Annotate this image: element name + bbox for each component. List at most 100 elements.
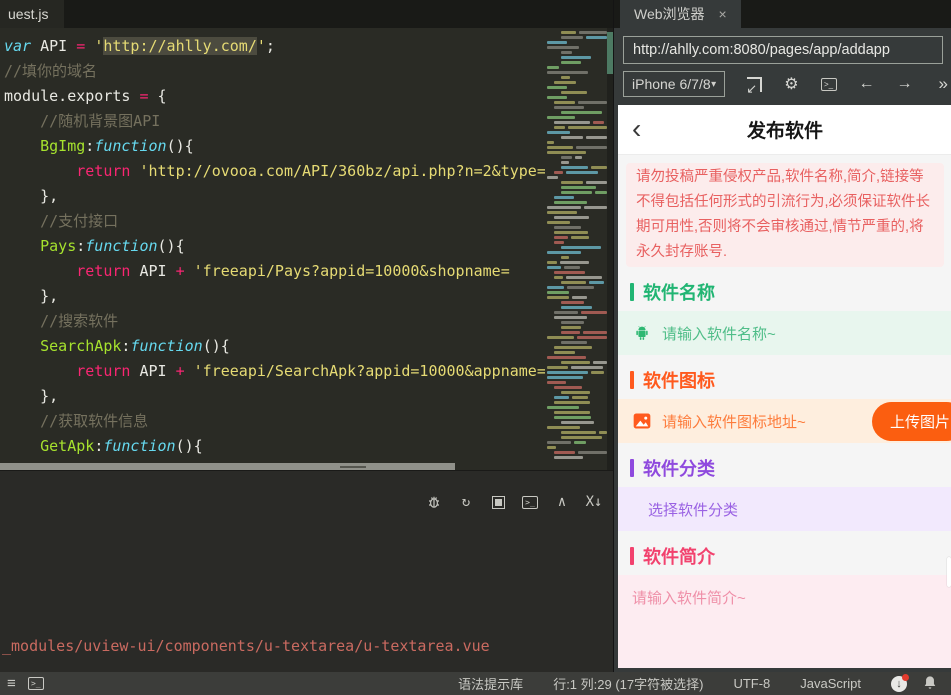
- new-terminal-icon[interactable]: >_: [521, 493, 539, 511]
- editor-horizontal-scrollbar[interactable]: [0, 462, 545, 470]
- minimap-line: [545, 96, 607, 99]
- code-line[interactable]: //填你的域名: [4, 59, 545, 84]
- section-title: 软件名称: [643, 283, 715, 303]
- code-line[interactable]: return 'http://ovooa.com/API/360bz/api.p…: [4, 159, 545, 184]
- section-header-category: 软件分类: [630, 458, 940, 479]
- code-line[interactable]: return API + 'freeapi/SearchApk?appid=10…: [4, 359, 545, 384]
- section-title: 软件分类: [643, 459, 715, 479]
- language-status[interactable]: JavaScript: [800, 676, 861, 691]
- web-browser-pane: Web浏览器 × http://ahlly.com:8080/pages/app…: [613, 0, 951, 672]
- cursor-position-status[interactable]: 行:1 列:29 (17字符被选择): [553, 674, 703, 693]
- code-line[interactable]: var API = 'http://ahlly.com/';: [4, 34, 545, 59]
- app-icon-input[interactable]: 请输入软件图标地址~ 上传图片: [618, 399, 951, 443]
- clear-icon[interactable]: X↓: [585, 493, 603, 511]
- minimap-line: [545, 51, 607, 54]
- minimap-line: [545, 111, 607, 114]
- code-line[interactable]: },: [4, 184, 545, 209]
- code-line[interactable]: return API + 'freeapi/Pays?appid=10000&s…: [4, 259, 545, 284]
- resize-window-icon[interactable]: ↙: [746, 76, 763, 95]
- minimap-line: [545, 71, 607, 74]
- code-line[interactable]: BgImg:function(){: [4, 134, 545, 159]
- back-arrow-icon[interactable]: ←: [859, 75, 875, 93]
- section-header-name: 软件名称: [630, 282, 940, 303]
- minimap-line: [545, 296, 607, 299]
- minimap-line: [545, 191, 607, 194]
- close-icon[interactable]: ×: [719, 6, 727, 22]
- minimap-line: [545, 76, 607, 79]
- stop-icon[interactable]: [489, 493, 507, 511]
- minimap-line: [545, 256, 607, 259]
- more-icon[interactable]: »: [939, 74, 948, 94]
- browser-tab[interactable]: Web浏览器 ×: [620, 0, 741, 28]
- restart-icon[interactable]: ↻: [457, 493, 475, 511]
- ide-window: uest.js var API = 'http://ahlly.com/';//…: [0, 0, 951, 695]
- code-line[interactable]: //搜索软件: [4, 309, 545, 334]
- code-line[interactable]: SearchApk:function(){: [4, 334, 545, 359]
- device-select[interactable]: iPhone 6/7/8 ▾: [623, 71, 726, 97]
- intro-textarea[interactable]: 请输入软件简介~: [618, 575, 951, 668]
- editor-tab-request-js[interactable]: uest.js: [0, 0, 65, 28]
- url-text: http://ahlly.com:8080/pages/app/addapp: [633, 42, 890, 58]
- menu-icon[interactable]: ≡: [7, 675, 16, 692]
- section-header-intro: 软件简介: [630, 546, 940, 567]
- minimap-line: [545, 326, 607, 329]
- minimap-line: [545, 341, 607, 344]
- minimap-line: [545, 116, 607, 119]
- minimap-line: [545, 171, 607, 174]
- minimap-line: [545, 101, 607, 104]
- code-editor[interactable]: var API = 'http://ahlly.com/';//填你的域名 mod…: [0, 28, 545, 462]
- minimap-line: [545, 376, 607, 379]
- encoding-status[interactable]: UTF-8: [733, 676, 770, 691]
- page-title: 发布软件: [746, 121, 823, 142]
- minimap-line: [545, 401, 607, 404]
- update-icon[interactable]: ↓: [891, 673, 909, 692]
- minimap-line: [545, 436, 607, 439]
- code-line[interactable]: //获取软件信息: [4, 409, 545, 434]
- back-chevron-icon[interactable]: ‹: [632, 111, 641, 147]
- upload-image-button[interactable]: 上传图片: [871, 402, 951, 441]
- code-line[interactable]: },: [4, 284, 545, 309]
- devtools-icon[interactable]: >_: [820, 77, 837, 91]
- collapse-icon[interactable]: ∧: [553, 493, 571, 511]
- minimap-line: [545, 181, 607, 184]
- console-line[interactable]: _modules/uview-ui/components/u-textarea/…: [2, 633, 490, 660]
- minimap-line: [545, 146, 607, 149]
- app-name-input[interactable]: 请输入软件名称~: [618, 311, 951, 355]
- code-line[interactable]: Pays:function(){: [4, 234, 545, 259]
- code-line[interactable]: GetApk:function(){: [4, 434, 545, 459]
- url-input[interactable]: http://ahlly.com:8080/pages/app/addapp: [623, 36, 943, 64]
- section-bar: [630, 547, 634, 565]
- gear-icon[interactable]: ⚙: [784, 74, 798, 94]
- code-line[interactable]: module.exports = {: [4, 84, 545, 109]
- page-scrollbar[interactable]: [947, 557, 951, 587]
- image-icon: [632, 411, 652, 431]
- bell-icon[interactable]: [923, 675, 937, 693]
- minimap-line: [545, 241, 607, 244]
- minimap-line: [545, 406, 607, 409]
- forward-arrow-icon[interactable]: →: [897, 75, 913, 93]
- code-line[interactable]: },: [4, 384, 545, 409]
- code-line[interactable]: //支付接口: [4, 209, 545, 234]
- code-line[interactable]: //随机背景图API: [4, 109, 545, 134]
- console-toggle-icon[interactable]: >_: [27, 677, 44, 690]
- syntax-library-status[interactable]: 语法提示库: [458, 674, 523, 693]
- minimap-line: [545, 281, 607, 284]
- section-bar: [630, 371, 634, 389]
- section-title: 软件简介: [643, 547, 715, 567]
- minimap-line: [545, 156, 607, 159]
- minimap-line: [545, 321, 607, 324]
- minimap-line: [545, 441, 607, 444]
- statusbar-right: 语法提示库 行:1 列:29 (17字符被选择) UTF-8 JavaScrip…: [458, 673, 951, 693]
- console-toolbar: ↻ >_ ∧ X↓: [425, 493, 603, 511]
- minimap-line: [545, 261, 607, 264]
- category-select[interactable]: 选择软件分类: [618, 487, 951, 531]
- minimap[interactable]: [545, 28, 607, 470]
- minimap-line: [545, 91, 607, 94]
- minimap-line: [545, 311, 607, 314]
- minimap-line: [545, 276, 607, 279]
- minimap-line: [545, 431, 607, 434]
- minimap-line: [545, 221, 607, 224]
- hscroll-thumb[interactable]: [0, 463, 455, 470]
- debug-icon[interactable]: [425, 493, 443, 511]
- minimap-line: [545, 396, 607, 399]
